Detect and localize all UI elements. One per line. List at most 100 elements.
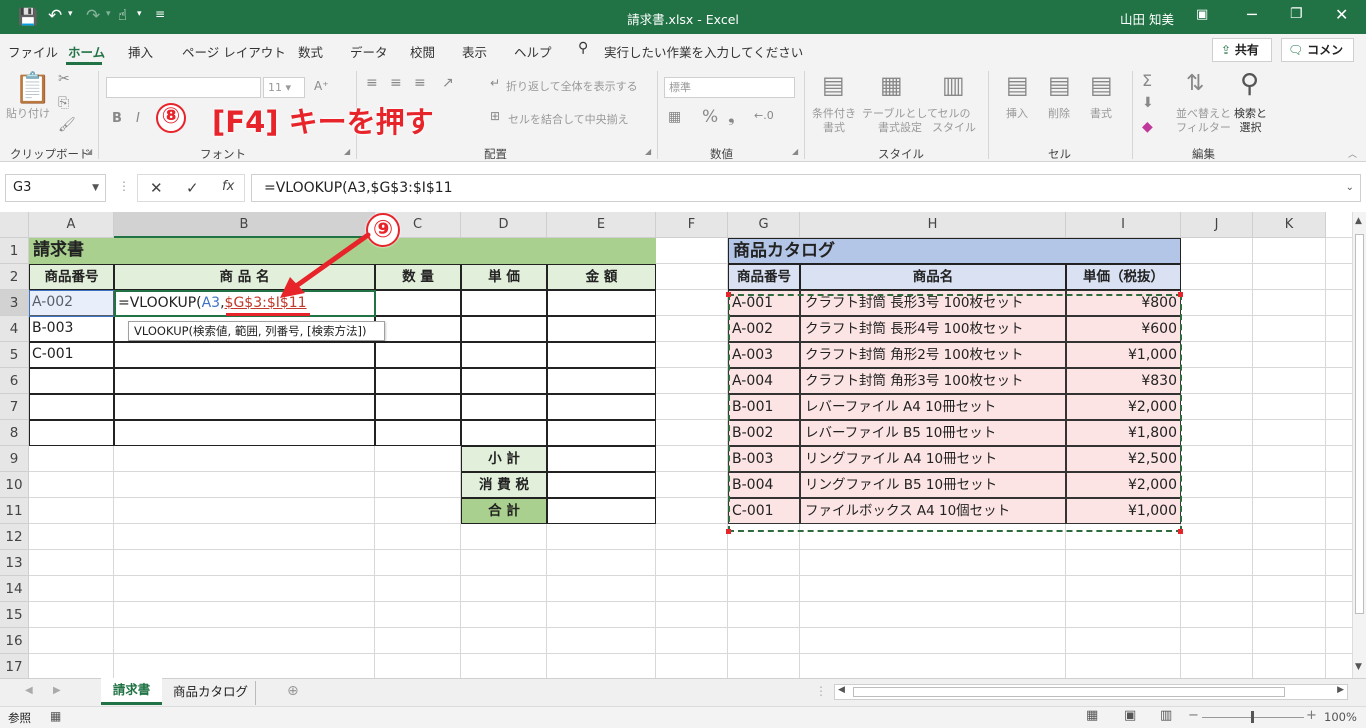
zoom-level[interactable]: 100% xyxy=(1324,710,1357,724)
vertical-scrollbar[interactable]: ▲ ▼ xyxy=(1352,212,1366,678)
font-name-select[interactable] xyxy=(106,77,261,98)
format-cells-button[interactable]: 書式 xyxy=(1090,107,1112,121)
invoice-cell[interactable] xyxy=(29,394,114,420)
wrap-text-icon[interactable]: ↵ xyxy=(490,76,500,90)
autosum-icon[interactable]: Σ xyxy=(1142,71,1152,90)
zoom-slider-thumb[interactable] xyxy=(1251,711,1254,723)
invoice-cell[interactable] xyxy=(547,290,656,316)
invoice-header-cell[interactable]: 単 価 xyxy=(461,264,547,290)
invoice-header-cell[interactable]: 商品番号 xyxy=(29,264,114,290)
invoice-cell[interactable] xyxy=(375,342,461,368)
merge-center-button[interactable]: セルを結合して中央揃え xyxy=(508,113,629,127)
align-middle-icon[interactable]: ≡ xyxy=(390,75,402,91)
invoice-total-label[interactable]: 消 費 税 xyxy=(461,472,547,498)
invoice-total-value[interactable] xyxy=(547,498,656,524)
undo-icon[interactable]: ↶ xyxy=(48,6,62,26)
tab-view[interactable]: 表示 xyxy=(462,42,487,61)
invoice-cell[interactable] xyxy=(375,368,461,394)
invoice-cell[interactable] xyxy=(461,342,547,368)
wrap-text-button[interactable]: 折り返して全体を表示する xyxy=(506,80,638,94)
scroll-tabs-right-icon[interactable]: ▶ xyxy=(53,685,61,696)
touch-dropdown-icon[interactable]: ▾ xyxy=(137,9,142,19)
invoice-total-label[interactable]: 合 計 xyxy=(461,498,547,524)
grow-font-icon[interactable]: A⁺ xyxy=(314,79,329,93)
range-corner-handle[interactable] xyxy=(1178,529,1183,534)
horizontal-scroll-thumb[interactable] xyxy=(853,687,1285,697)
enter-entry-icon[interactable]: ✓ xyxy=(186,179,199,197)
scroll-up-icon[interactable]: ▲ xyxy=(1355,216,1362,226)
cell-styles-button[interactable]: セルの スタイル xyxy=(932,107,976,135)
scroll-tabs-left-icon[interactable]: ◀ xyxy=(25,685,33,696)
copy-icon[interactable]: ⎘ xyxy=(58,95,69,111)
invoice-total-value[interactable] xyxy=(547,472,656,498)
zoom-in-icon[interactable]: + xyxy=(1306,708,1317,723)
invoice-cell[interactable] xyxy=(461,368,547,394)
clipboard-launcher-icon[interactable]: ◢ xyxy=(86,147,92,156)
invoice-cell[interactable] xyxy=(114,342,375,368)
format-painter-icon[interactable]: 🖌 xyxy=(58,117,76,133)
invoice-item-id[interactable]: B-003 xyxy=(29,316,114,342)
invoice-cell[interactable] xyxy=(114,394,375,420)
tab-file[interactable]: ファイル xyxy=(8,42,58,61)
horizontal-scrollbar[interactable]: ◀ ▶ xyxy=(834,684,1348,700)
catalog-title[interactable]: 商品カタログ xyxy=(728,238,1181,264)
close-icon[interactable]: ✕ xyxy=(1335,5,1348,24)
invoice-cell[interactable] xyxy=(375,394,461,420)
cell-styles-icon[interactable]: ▥ xyxy=(942,71,965,99)
redo-dropdown-icon[interactable]: ▾ xyxy=(106,9,111,19)
tab-review[interactable]: 校閲 xyxy=(410,42,435,61)
invoice-cell[interactable] xyxy=(547,368,656,394)
restore-icon[interactable]: ❐ xyxy=(1290,6,1303,22)
name-box-dropdown-icon[interactable]: ▼ xyxy=(92,175,99,201)
share-button[interactable]: ⇪ 共有 xyxy=(1212,38,1272,62)
increase-decimal-icon[interactable]: ←.0 xyxy=(754,109,774,122)
clear-icon[interactable]: ◆ xyxy=(1142,119,1153,135)
undo-dropdown-icon[interactable]: ▾ xyxy=(68,9,73,19)
insert-cells-button[interactable]: 挿入 xyxy=(1006,107,1028,121)
tab-help[interactable]: ヘルプ xyxy=(514,42,552,61)
conditional-formatting-icon[interactable]: ▤ xyxy=(822,71,845,99)
minimize-icon[interactable]: ─ xyxy=(1247,5,1257,24)
invoice-cell[interactable] xyxy=(114,368,375,394)
percent-icon[interactable]: % xyxy=(702,107,718,127)
vertical-scroll-thumb[interactable] xyxy=(1355,234,1364,614)
number-launcher-icon[interactable]: ◢ xyxy=(792,147,798,156)
ribbon-display-options-icon[interactable]: ▣ xyxy=(1196,7,1208,22)
alignment-launcher-icon[interactable]: ◢ xyxy=(645,147,651,156)
sheet-tab-invoice[interactable]: 請求書 xyxy=(101,678,162,705)
page-break-view-icon[interactable]: ▥ xyxy=(1160,708,1172,723)
macro-record-icon[interactable]: ▦ xyxy=(50,709,61,723)
catalog-header-cell[interactable]: 商品名 xyxy=(800,264,1066,290)
insert-cells-icon[interactable]: ▤ xyxy=(1006,71,1029,99)
cancel-entry-icon[interactable]: ✕ xyxy=(150,179,163,197)
comments-button[interactable]: 🗨 コメント xyxy=(1281,38,1354,79)
invoice-item-id[interactable]: C-001 xyxy=(29,342,114,368)
fill-icon[interactable]: ⬇ xyxy=(1142,95,1154,111)
invoice-cell[interactable] xyxy=(114,420,375,446)
invoice-total-label[interactable]: 小 計 xyxy=(461,446,547,472)
customize-qat-icon[interactable]: ≡ xyxy=(155,7,165,21)
sheet-tab-catalog[interactable]: 商品カタログ xyxy=(166,681,256,705)
conditional-formatting-button[interactable]: 条件付き 書式 xyxy=(812,107,856,135)
invoice-cell[interactable] xyxy=(29,368,114,394)
catalog-header-cell[interactable]: 商品番号 xyxy=(728,264,800,290)
sort-filter-icon[interactable]: ⇅ xyxy=(1186,71,1204,96)
tab-page-layout[interactable]: ページ レイアウト xyxy=(182,42,286,61)
paste-label[interactable]: 貼り付け xyxy=(6,107,50,121)
italic-icon[interactable]: I xyxy=(136,111,140,126)
invoice-header-cell[interactable]: 金 額 xyxy=(547,264,656,290)
range-corner-handle[interactable] xyxy=(726,529,731,534)
invoice-cell[interactable] xyxy=(375,420,461,446)
font-launcher-icon[interactable]: ◢ xyxy=(344,147,350,156)
invoice-cell[interactable] xyxy=(375,290,461,316)
align-top-icon[interactable]: ≡ xyxy=(366,75,378,91)
invoice-cell[interactable] xyxy=(461,420,547,446)
scroll-down-icon[interactable]: ▼ xyxy=(1355,662,1362,672)
invoice-cell[interactable] xyxy=(375,316,461,342)
normal-view-icon[interactable]: ▦ xyxy=(1086,708,1098,723)
insert-function-icon[interactable]: fx xyxy=(222,179,234,194)
sort-filter-button[interactable]: 並べ替えと フィルター xyxy=(1176,107,1231,135)
tab-home[interactable]: ホーム xyxy=(68,42,105,61)
cut-icon[interactable]: ✂ xyxy=(58,71,70,87)
format-as-table-icon[interactable]: ▦ xyxy=(880,71,903,99)
